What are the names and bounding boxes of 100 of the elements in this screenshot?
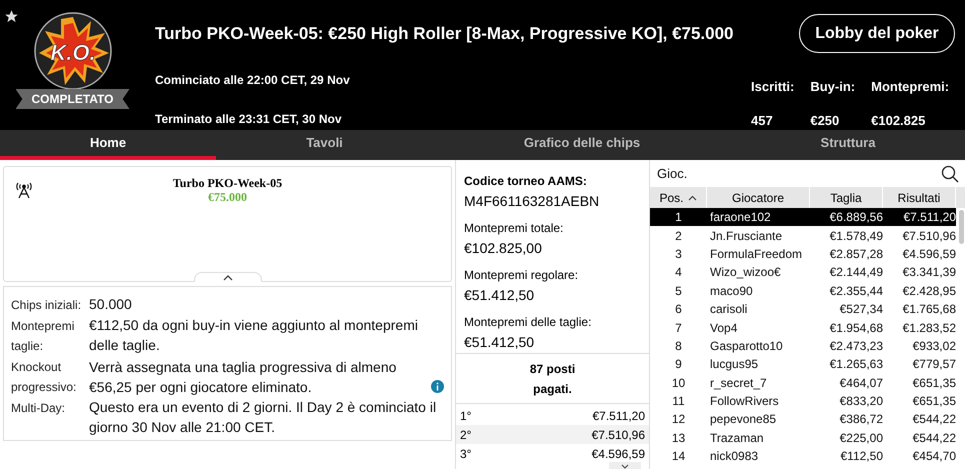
search-field[interactable]: Gioc.: [657, 164, 941, 184]
ko-logo: K.O.: [32, 11, 112, 91]
table-cell-text: €464,07: [838, 374, 883, 392]
table-cell-text: €4.596,59: [902, 246, 956, 263]
tab[interactable]: Home: [0, 130, 216, 160]
lobby-button[interactable]: Lobby del poker: [799, 14, 955, 53]
stat-label: Iscritti:: [751, 78, 794, 96]
stat-label: Buy-in:: [810, 78, 856, 96]
player-row[interactable]: 12 pepevone85 €386,72 €544,22: [650, 410, 956, 429]
table-cell-text: €112,50: [840, 448, 883, 466]
player-row[interactable]: 2 Jn.Frusciante €1.578,49 €7.510,96: [650, 226, 956, 245]
player-row[interactable]: 8 Gasparotto10 €2.473,23 €933,02: [650, 336, 956, 356]
detail-label: Montepremi taglie:: [11, 318, 76, 355]
table-cell-text: €1.765,68: [902, 301, 956, 318]
table-cell-text: r_secret_7: [709, 374, 768, 392]
table-cell-text: €7.510,96: [902, 228, 956, 245]
tab[interactable]: Grafico delle chips: [433, 130, 731, 160]
summary-label: Montepremi totale:: [464, 220, 564, 236]
search-icon[interactable]: [941, 164, 959, 182]
table-cell-text: €933,02: [912, 338, 956, 355]
stat-value: €250: [810, 112, 840, 130]
end-time: Terminato alle 23:31 CET, 30 Nov: [155, 111, 343, 128]
table-cell-text: 7: [674, 320, 683, 337]
tab[interactable]: Struttura: [731, 130, 965, 160]
player-row[interactable]: 14 nick0983 €112,50 €454,70: [650, 447, 956, 466]
prize-place: 2°: [460, 426, 472, 444]
table-cell-text: 11: [671, 393, 686, 410]
table-cell-text: €2.428,95: [902, 282, 956, 300]
table-cell-text: €1.954,68: [828, 320, 883, 337]
player-row[interactable]: 11 FollowRivers €833,20 €651,35: [650, 392, 956, 410]
tournament-title: Turbo PKO-Week-05: €250 High Roller [8-Max, Progressive KO], €75.000: [155, 23, 735, 45]
player-row[interactable]: 3 FormulaFreedom €2.857,28 €4.596,59: [650, 244, 956, 264]
table-cell-text: Trazaman: [709, 430, 765, 447]
detail-label: Knockout progressivo:: [11, 359, 78, 396]
paid-places: 87 posti pagati.: [528, 360, 576, 398]
prize-amount: €7.510,96: [592, 426, 645, 444]
stat-label: Montepremi:: [871, 78, 950, 96]
prize-place: 3°: [460, 446, 472, 462]
stat-value: €102.825: [871, 112, 926, 130]
player-row[interactable]: 5 maco90 €2.355,44 €2.428,95: [650, 282, 956, 300]
table-cell-text: FollowRivers: [709, 393, 780, 410]
stat-value: 457: [751, 112, 774, 130]
table-cell-text: Jn.Frusciante: [709, 228, 784, 245]
player-row[interactable]: 9 lucgus95 €1.265,63 €779,57: [650, 355, 956, 374]
star-icon[interactable]: [4, 9, 19, 24]
tab[interactable]: Tavoli: [216, 130, 433, 160]
table-cell-text: €2.473,23: [828, 338, 883, 355]
table-cell-text: €7.511,20: [902, 209, 956, 226]
scrollbar[interactable]: [959, 210, 964, 244]
table-cell-text: €544,22: [912, 430, 956, 447]
player-row[interactable]: 13 Trazaman €225,00 €544,22: [650, 428, 956, 448]
table-cell-text: FormulaFreedom: [709, 246, 804, 263]
scroll-down-icon[interactable]: [609, 462, 641, 469]
info-icon[interactable]: [431, 380, 444, 393]
table-cell-text: 1: [674, 209, 683, 226]
summary-value: €51.412,50: [464, 333, 536, 352]
table-cell-text: carisoli: [709, 301, 748, 318]
prize-place: 1°: [460, 408, 472, 424]
table-cell-text: €651,35: [912, 393, 956, 410]
start-time: Cominciato alle 22:00 CET, 29 Nov: [155, 72, 351, 89]
summary-value: M4F661163281AEBN: [464, 192, 600, 211]
table-cell-text: 8: [674, 338, 683, 355]
table-cell-text: €544,22: [912, 411, 956, 428]
detail-text: Questo era un evento di 2 giorni. Il Day 2 è cominciato il giorno 30 Nov alle 21:00 CET.: [89, 399, 436, 435]
table-cell-text: 5: [674, 282, 683, 300]
table-cell-text: lucgus95: [709, 356, 760, 374]
antenna-icon: [14, 180, 34, 200]
table-cell-text: €6.889,56: [828, 209, 883, 226]
summary-label: Montepremi regolare:: [464, 267, 580, 283]
player-row[interactable]: 7 Vop4 €1.954,68 €1.283,52: [650, 318, 956, 337]
table-cell-text: 4: [674, 264, 683, 282]
summary-label: Montepremi delle taglie:: [464, 314, 592, 330]
status-ribbon: COMPLETATO: [16, 89, 130, 109]
player-row[interactable]: 4 Wizo_wizoo€ €2.144,49 €3.341,39: [650, 263, 956, 282]
table-cell-text: €225,00: [838, 430, 883, 447]
detail-text: €112,50 da ogni buy-in viene aggiunto al montepremi delle taglie.: [89, 317, 418, 353]
table-cell-text: €779,57: [912, 356, 956, 374]
summary-value: €102.825,00: [464, 239, 543, 258]
player-row[interactable]: 6 carisoli €527,34 €1.765,68: [650, 300, 956, 318]
table-cell-text: Wizo_wizoo€: [709, 264, 782, 282]
table-cell-text: 14: [670, 448, 686, 466]
sort-ascending-icon[interactable]: [688, 194, 696, 200]
table-cell-text: €1.265,63: [828, 356, 883, 374]
table-cell-text: 13: [670, 430, 686, 447]
table-cell-text: 10: [670, 374, 686, 392]
table-cell-text: 3: [674, 246, 683, 263]
table-cell-text: €2.355,44: [828, 282, 883, 300]
table-cell-text: €1.283,52: [902, 320, 956, 337]
table-cell-text: 9: [674, 356, 683, 374]
table-cell-text: 2: [674, 228, 683, 245]
player-row[interactable]: 10 r_secret_7 €464,07 €651,35: [650, 374, 956, 392]
player-row[interactable]: 1 faraone102 €6.889,56 €7.511,20: [650, 208, 956, 226]
detail-label: Chips iniziali:: [11, 297, 82, 314]
detail-label: Multi-Day:: [11, 400, 66, 417]
table-cell-text: €386,72: [838, 411, 883, 428]
table-cell-text: €833,20: [838, 393, 883, 410]
table-cell-text: €527,34: [838, 301, 883, 318]
table-cell-text: Gasparotto10: [709, 338, 784, 355]
detail-text: 50.000: [89, 296, 132, 312]
table-cell-text: pepevone85: [709, 411, 778, 428]
